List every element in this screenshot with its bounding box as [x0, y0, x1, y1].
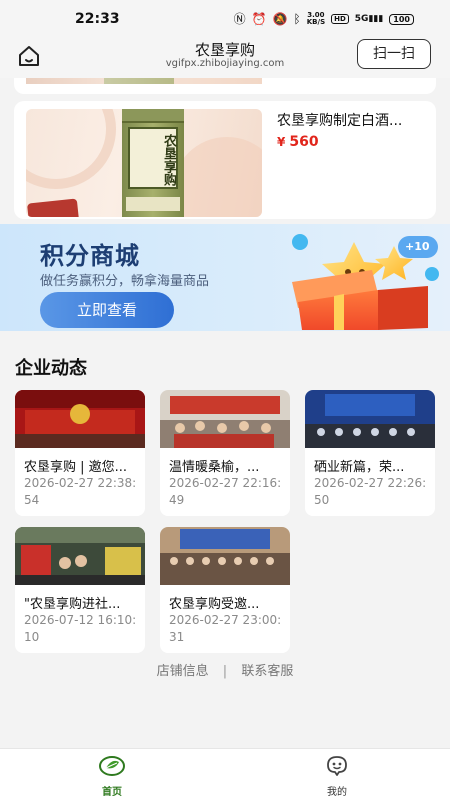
- bottom-tab-bar: 首页 我的: [0, 748, 450, 800]
- shop-info-link[interactable]: 店铺信息: [157, 664, 209, 679]
- banner-title: 积分商城: [40, 242, 140, 270]
- news-image: [160, 527, 290, 585]
- news-card[interactable]: 农垦享购受邀... 2026-02-27 23:00:31: [160, 527, 290, 653]
- battery-icon: 100: [389, 13, 414, 25]
- news-card[interactable]: 硒业新篇，荣... 2026-02-27 22:26:50: [305, 390, 435, 516]
- scan-button[interactable]: 扫一扫: [357, 39, 431, 69]
- news-image: [15, 390, 145, 448]
- news-card[interactable]: 温情暖桑榆，... 2026-02-27 22:16:49: [160, 390, 290, 516]
- contact-service-link[interactable]: 联系客服: [241, 664, 293, 679]
- news-title: 温情暖桑榆，...: [169, 460, 260, 475]
- news-time: 2026-02-27 23:00:31: [169, 613, 282, 644]
- news-image: [15, 527, 145, 585]
- tab-mine[interactable]: 我的: [307, 755, 367, 798]
- mute-icon: 🔕: [272, 12, 288, 26]
- app-header: 农垦享购 vgifpx.zhibojiaying.com 扫一扫: [0, 38, 450, 78]
- liquor-bottle: 农垦享购: [122, 109, 184, 217]
- news-title: 硒业新篇，荣...: [314, 460, 405, 475]
- news-title: 农垦享购 | 邀您...: [24, 460, 128, 475]
- news-time: 2026-02-27 22:16:49: [169, 476, 282, 507]
- tab-home[interactable]: 首页: [82, 755, 142, 798]
- previous-product-card[interactable]: [14, 78, 436, 94]
- status-bar: 22:33 Ⓝ ⏰ 🔕 ᛒ 3.00 KB/S HD 5G▮▮▮ 100: [0, 0, 450, 38]
- product-name: 农垦享购制定白酒...: [277, 113, 403, 129]
- home-leaf-icon: [99, 756, 125, 776]
- news-card[interactable]: "农垦享购进社... 2026-07-12 16:10:10: [15, 527, 145, 653]
- tab-home-label: 首页: [102, 787, 122, 798]
- news-image: [305, 390, 435, 448]
- footer-links: 店铺信息 | 联系客服: [0, 660, 450, 679]
- bottle-label: 农垦享购: [161, 134, 176, 186]
- footer-separator: |: [222, 664, 228, 679]
- view-now-button[interactable]: 立即查看: [40, 292, 174, 328]
- points-mall-banner[interactable]: 积分商城 做任务赢积分，畅拿海量商品 立即查看 +10: [0, 224, 450, 331]
- nfc-icon: Ⓝ: [233, 12, 246, 26]
- product-card[interactable]: 农垦享购 农垦享购制定白酒... ¥560: [14, 101, 436, 219]
- points-badge: +10: [405, 240, 430, 253]
- content-scroll[interactable]: 农垦享购 农垦享购制定白酒... ¥560 积分商城 做任务赢积分，畅拿海量商品…: [0, 78, 450, 748]
- alarm-icon: ⏰: [251, 12, 267, 26]
- signal-icon: 5G▮▮▮: [354, 14, 384, 24]
- news-time: 2026-02-27 22:38:54: [24, 476, 137, 507]
- status-time: 22:33: [75, 11, 120, 27]
- product-image: 农垦享购: [26, 109, 262, 217]
- status-icons: Ⓝ ⏰ 🔕 ᛒ 3.00 KB/S HD 5G▮▮▮ 100: [234, 12, 414, 26]
- news-title: 农垦享购受邀...: [169, 597, 260, 612]
- hd-badge: HD: [331, 14, 349, 24]
- profile-icon: [327, 756, 347, 776]
- news-time: 2026-02-27 22:26:50: [314, 476, 427, 507]
- tab-mine-label: 我的: [327, 787, 347, 798]
- news-card[interactable]: 农垦享购 | 邀您... 2026-02-27 22:38:54: [15, 390, 145, 516]
- banner-subtitle: 做任务赢积分，畅拿海量商品: [40, 274, 210, 289]
- previous-product-image: [26, 78, 262, 84]
- section-title-news: 企业动态: [15, 358, 87, 379]
- news-image: [160, 390, 290, 448]
- news-title: "农垦享购进社...: [24, 597, 121, 612]
- net-speed: 3.00 KB/S: [306, 11, 326, 26]
- bluetooth-icon: ᛒ: [293, 12, 301, 26]
- news-time: 2026-07-12 16:10:10: [24, 613, 137, 644]
- product-price: ¥560: [277, 134, 319, 150]
